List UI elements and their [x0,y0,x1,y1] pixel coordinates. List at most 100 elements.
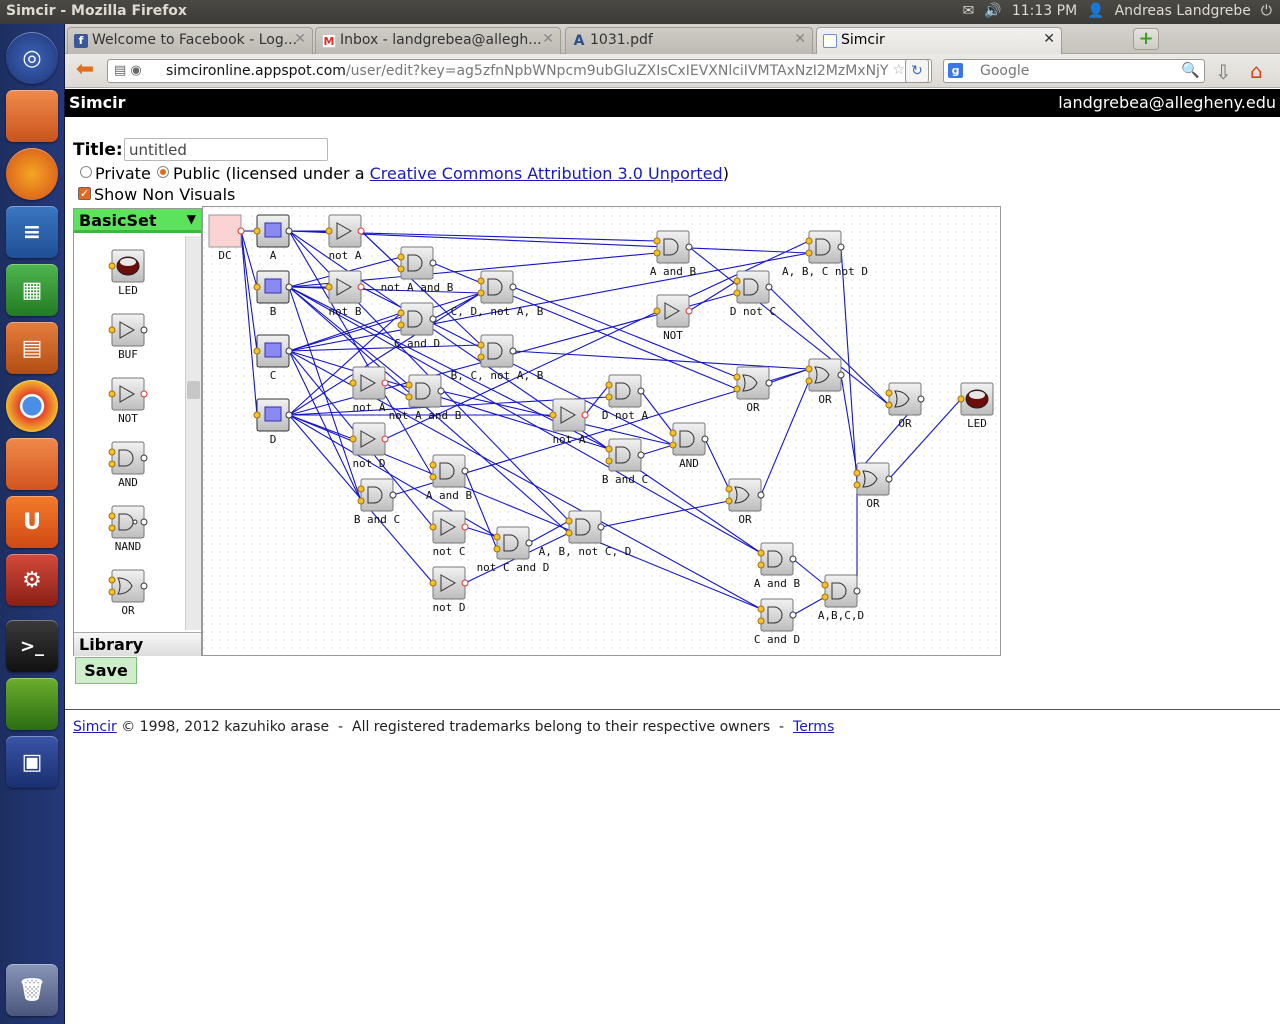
tab-label: Inbox - landgrebea@allegh... [340,32,542,48]
top-panel: Simcir - Mozilla Firefox ✉ 🔊 11:13 PM 👤 … [0,0,1280,24]
volume-icon[interactable]: 🔊 [984,3,1001,19]
search-placeholder: Google [980,63,1030,79]
device-label: D [270,433,277,446]
site-identity-icon[interactable]: ▤ ◉ [114,63,142,78]
public-text: Public (licensed under a Creative Common… [173,164,729,183]
device-g17[interactable]: C and D [754,598,800,646]
toolbox-header[interactable]: BasicSet ▼ [74,209,201,233]
url-host: simcironline.appspot.com [166,63,346,79]
calc-icon[interactable]: ▦ [6,264,58,316]
mail-icon[interactable]: ✉ [963,3,975,19]
writer-icon[interactable]: ≡ [6,206,58,258]
device-label: A and B [754,577,801,590]
private-radio[interactable] [80,166,92,178]
scroll-thumb[interactable] [187,381,200,399]
device-label: NOT [118,412,138,425]
title-input[interactable] [124,138,328,161]
workspace-switcher-icon[interactable]: ▣ [6,736,58,788]
device-notA1[interactable]: not A [325,214,365,262]
show-non-visuals-label: Show Non Visuals [94,185,236,204]
device-label: C [270,369,277,382]
public-suffix: ) [722,164,729,183]
device-notC1[interactable]: not C [429,510,469,558]
device-g3[interactable]: C and D [394,302,440,350]
toolbox-title: BasicSet [79,211,157,230]
url-bar[interactable]: ▤ ◉ simcironline.appspot.com/user/edit?k… [107,59,932,83]
home-icon[interactable]: ⌂ [1250,59,1263,83]
device-label: B and C [602,473,648,486]
dash-icon[interactable]: ◎ [6,32,58,84]
power-icon[interactable]: ⏻ [1261,3,1272,19]
toolbox-item-nand[interactable]: NAND [108,505,148,553]
bookmark-star-icon[interactable]: ☆ [892,62,905,78]
panel-indicators: ✉ 🔊 11:13 PM 👤 Andreas Landgrebe ⏻ [963,3,1272,19]
footer-simcir-link[interactable]: Simcir [73,719,117,735]
firefox-icon[interactable] [6,148,58,200]
device-label: D not C [730,305,776,318]
toolbox-item-led[interactable]: LED [108,249,145,297]
device-label: OR [818,393,832,406]
close-icon[interactable]: ✕ [1043,31,1055,47]
tab-label: Welcome to Facebook - Log... [92,32,298,48]
device-g14[interactable]: D not C [730,270,776,318]
device-label: A, B, C not D [782,265,868,278]
close-icon[interactable]: ✕ [294,31,306,47]
circuit-svg[interactable]: DC A B C Dnot A not B not A and B C, D, not A, … [203,207,1000,655]
terms-link[interactable]: Terms [793,719,834,735]
device-label: not A [552,433,585,446]
close-icon[interactable]: ✕ [542,31,554,47]
public-radio[interactable] [157,166,169,178]
toolbox-item-buf[interactable]: BUF [108,313,148,361]
show-non-visuals-checkbox[interactable]: ✓ [78,187,91,200]
device-notD1[interactable]: not D [349,422,389,470]
search-icon[interactable]: 🔍 [1181,61,1200,79]
circuit-canvas[interactable]: DC A B C Dnot A not B not A and B C, D, not A, … [202,206,1001,656]
device-label: LED [967,417,987,430]
tab-pdf[interactable]: A 1031.pdf ✕ [565,27,813,54]
device-notA3[interactable]: not A [549,398,589,446]
trash-icon[interactable]: 🗑 [6,964,58,1016]
device-g11[interactable]: B and C [602,438,648,486]
tab-inbox[interactable]: M Inbox - landgrebea@allegh... ✕ [315,27,561,54]
device-label: AND [118,476,138,489]
toolbox-scrollbar[interactable] [185,236,201,630]
device-label: C and D [754,633,800,646]
launcher: ◎ ≡ ▦ ▤ U ⚙ >_ ▣ 🗑 [0,24,65,1024]
device-notA2[interactable]: not A [349,366,389,414]
reload-icon[interactable]: ↻ [905,59,929,83]
google-icon[interactable]: g [948,63,963,78]
impress-icon[interactable]: ▤ [6,322,58,374]
device-label: NOT [663,329,683,342]
settings-icon[interactable]: ⚙ [6,554,58,606]
tab-facebook[interactable]: f Welcome to Facebook - Log... ✕ [67,27,313,54]
license-link[interactable]: Creative Commons Attribution 3.0 Unporte… [370,164,723,183]
device-label: A [270,249,277,262]
chrome-icon[interactable] [6,380,58,432]
device-notD2[interactable]: not D [429,566,469,614]
terminal-icon[interactable]: >_ [6,620,58,672]
caret-down-icon[interactable]: ▼ [187,212,196,226]
toolbox-item-not[interactable]: NOT [108,377,148,425]
device-g6[interactable]: B and C [354,478,400,526]
simcir-icon [823,34,837,48]
clock[interactable]: 11:13 PM [1012,3,1077,19]
user-name[interactable]: Andreas Landgrebe [1115,3,1251,19]
game-icon[interactable] [6,678,58,730]
back-arrow-icon[interactable]: ⬅ [71,59,99,83]
device-notB1[interactable]: not B [325,270,365,318]
toolbox-item-and[interactable]: AND [108,441,148,489]
user-icon: 👤 [1087,3,1105,19]
library-header[interactable]: Library [74,632,201,656]
ubuntu-one-icon[interactable]: U [6,496,58,548]
save-button[interactable]: Save [75,657,137,684]
toolbox-item-or[interactable]: OR [108,569,148,617]
files-icon[interactable] [6,90,58,142]
search-input[interactable]: g Google 🔍 [943,59,1205,83]
tab-simcir[interactable]: Simcir ✕ [816,27,1062,54]
new-tab-button[interactable]: + [1133,28,1159,50]
software-center-icon[interactable] [6,438,58,490]
device-g18[interactable]: A,B,C,D [818,574,864,622]
close-icon[interactable]: ✕ [794,31,806,47]
download-icon[interactable]: ⇩ [1215,60,1232,84]
device-label: not A [352,401,385,414]
